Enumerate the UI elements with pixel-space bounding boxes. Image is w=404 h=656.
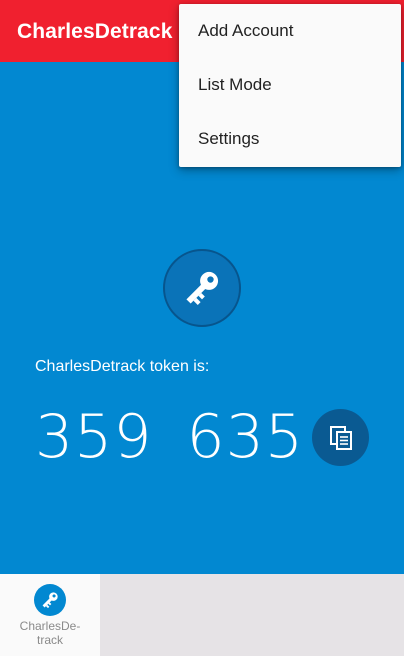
app-title: CharlesDetrack (17, 20, 173, 43)
account-tab-label: CharlesDe- track (19, 619, 81, 647)
menu-item-settings[interactable]: Settings (179, 112, 401, 166)
token-value: 359 635 (35, 402, 304, 472)
copy-button[interactable] (312, 409, 369, 466)
copy-icon (329, 425, 352, 450)
key-icon (34, 584, 66, 616)
menu-item-list-mode[interactable]: List Mode (179, 58, 401, 112)
overflow-menu: Add Account List Mode Settings (179, 4, 401, 167)
bottom-account-bar: CharlesDe- track (0, 574, 404, 656)
token-part-2: 635 (186, 402, 305, 472)
menu-item-add-account[interactable]: Add Account (179, 4, 401, 58)
token-part-1: 359 (35, 402, 153, 472)
account-tab-charlesdetrack[interactable]: CharlesDe- track (0, 574, 100, 656)
token-label: CharlesDetrack token is: (35, 358, 210, 375)
key-icon (163, 249, 241, 327)
